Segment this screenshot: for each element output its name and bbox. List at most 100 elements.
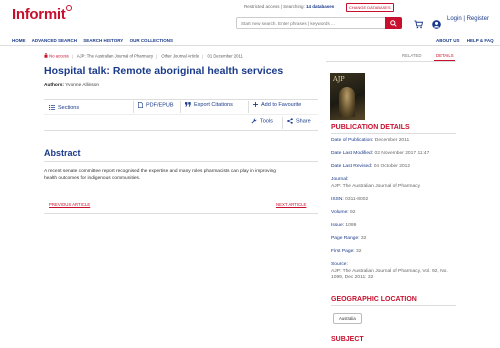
cart-icon xyxy=(414,20,424,29)
detail-first-page: First Page: 32 xyxy=(331,249,361,256)
detail-volume: Volume: 92 xyxy=(331,210,355,217)
secondary-nav: ABOUT US HELP & FAQ xyxy=(430,38,494,43)
search-input[interactable]: Start new search. Enter phrases | keywor… xyxy=(236,17,386,29)
share-label: Share xyxy=(296,118,311,125)
plus-icon xyxy=(253,102,258,108)
action-separator xyxy=(133,101,134,113)
date-revised-label: Date Last Revised: xyxy=(331,164,373,169)
action-separator xyxy=(282,117,283,129)
detail-issue: Issue: 1099 xyxy=(331,223,356,230)
register-link[interactable]: Register xyxy=(467,16,489,22)
tab-related[interactable]: RELATED xyxy=(402,53,422,58)
detail-source: Source: AJP: The Australian Journal of Ph… xyxy=(331,262,453,282)
journal-value[interactable]: AJP: The Australian Journal of Pharmacy xyxy=(331,184,451,191)
issue-label: Issue: xyxy=(331,223,345,228)
logo-text: Informit xyxy=(12,6,66,23)
nav-advanced-search[interactable]: ADVANCED SEARCH xyxy=(32,38,77,43)
breadcrumb: No access | AJP: The Australian Journal o… xyxy=(44,53,243,59)
source-value: AJP: The Australian Journal of Pharmacy,… xyxy=(331,268,448,281)
publication-divider xyxy=(331,133,456,134)
article-title: Hospital talk: Remote aboriginal health … xyxy=(44,65,284,77)
restricted-text: Restricted access | Searching: xyxy=(244,4,305,9)
date-publication-label: Date of Publication: xyxy=(331,138,374,143)
detail-date-publication: Date of Publication: December 2011 xyxy=(331,138,409,145)
access-status: Restricted access | Searching: 14 databa… xyxy=(244,4,334,9)
export-citations-button[interactable]: Export Citations xyxy=(185,102,233,108)
breadcrumb-date: 01 December 2011 xyxy=(207,53,243,59)
list-icon xyxy=(49,105,55,110)
login-link[interactable]: Login xyxy=(447,16,462,22)
issue-value: 1099 xyxy=(345,223,357,228)
detail-date-revised: Date Last Revised: 04 October 2012 xyxy=(331,164,410,171)
main-nav: HOME ADVANCED SEARCH SEARCH HISTORY OUR … xyxy=(12,38,178,43)
cover-title: AJP xyxy=(333,75,345,83)
action-bar-mid-divider xyxy=(44,114,318,115)
sections-label: Sections xyxy=(58,105,80,111)
tab-details[interactable]: DETAILS xyxy=(436,53,454,58)
date-revised-value: 04 October 2012 xyxy=(373,164,411,169)
abstract-text: A recent senate committee report recogni… xyxy=(44,169,276,181)
date-modified-value: 02 November 2017 11:47 xyxy=(374,151,430,156)
action-bar-bottom-divider xyxy=(44,130,318,131)
login-register: Login | Register xyxy=(447,16,489,22)
add-to-favourite-button[interactable]: Add to Favourite xyxy=(253,102,301,108)
abstract-divider xyxy=(44,161,318,162)
location-tag-australia[interactable]: Australia xyxy=(333,313,362,324)
publication-details-heading: PUBLICATION DETAILS xyxy=(331,124,410,131)
geographic-divider xyxy=(331,305,456,306)
change-databases-button[interactable]: CHANGE DATABASES xyxy=(346,3,394,12)
nav-our-collections[interactable]: OUR COLLECTIONS xyxy=(130,38,174,43)
search-button[interactable] xyxy=(385,17,402,29)
abstract-heading: Abstract xyxy=(44,148,81,158)
lock-icon xyxy=(44,53,48,58)
first-page-value: 32 xyxy=(356,249,362,254)
pager-divider xyxy=(44,213,318,214)
share-button[interactable]: Share xyxy=(287,118,311,124)
issn-label: ISSN: xyxy=(331,197,344,202)
action-separator xyxy=(180,101,181,113)
detail-page-range: Page Range: 32 xyxy=(331,236,366,243)
action-separator xyxy=(248,101,249,113)
nav-home[interactable]: HOME xyxy=(12,38,26,43)
export-citations-label: Export Citations xyxy=(194,102,233,108)
cart-button[interactable] xyxy=(414,16,424,34)
geographic-location-heading: GEOGRAPHIC LOCATION xyxy=(331,296,417,303)
authors: Authors: Yvonne Allinson xyxy=(44,83,99,88)
subject-heading: SUBJECT xyxy=(331,336,364,343)
volume-label: Volume: xyxy=(331,210,349,215)
pdf-epub-button[interactable]: PDF/EPUB xyxy=(138,102,174,108)
user-button[interactable] xyxy=(432,16,441,34)
nav-about-us[interactable]: ABOUT US xyxy=(436,38,460,43)
wrench-icon xyxy=(251,118,257,124)
authors-label: Authors: xyxy=(44,83,64,88)
journal-cover-image: AJP xyxy=(330,73,365,120)
action-bar-top-divider xyxy=(44,99,318,100)
sections-button[interactable]: Sections xyxy=(49,105,79,111)
no-access-label: No access xyxy=(49,53,69,59)
date-modified-label: Date Last Modified: xyxy=(331,151,374,156)
pdf-epub-label: PDF/EPUB xyxy=(146,102,174,109)
page-range-label: Page Range: xyxy=(331,236,360,241)
share-icon xyxy=(287,118,293,124)
sidebar-tab-divider xyxy=(326,61,456,62)
nav-search-history[interactable]: SEARCH HISTORY xyxy=(83,38,123,43)
detail-journal: Journal: AJP: The Australian Journal of P… xyxy=(331,177,451,190)
login-separator: | xyxy=(463,16,465,22)
detail-issn: ISSN: 0311-8002 xyxy=(331,197,368,204)
header-divider xyxy=(0,45,500,46)
quote-icon xyxy=(185,102,191,107)
tools-label: Tools xyxy=(260,118,273,125)
cover-figure xyxy=(339,87,355,117)
tools-button[interactable]: Tools xyxy=(251,118,273,124)
databases-count[interactable]: 14 databases xyxy=(306,4,334,9)
informit-logo[interactable]: Informit xyxy=(12,5,73,23)
detail-date-modified: Date Last Modified: 02 November 2017 11:… xyxy=(331,151,429,158)
issn-value: 0311-8002 xyxy=(345,197,369,202)
add-to-favourite-label: Add to Favourite xyxy=(261,102,302,108)
author-name[interactable]: Yvonne Allinson xyxy=(65,83,99,88)
nav-help-faq[interactable]: HELP & FAQ xyxy=(467,38,494,43)
breadcrumb-journal[interactable]: AJP: The Australian Journal of Pharmacy xyxy=(77,54,153,59)
previous-article-link[interactable]: PREVIOUS ARTICLE xyxy=(49,202,90,207)
logo-dot-icon xyxy=(66,5,73,11)
next-article-link[interactable]: NEXT ARTICLE xyxy=(276,202,306,207)
